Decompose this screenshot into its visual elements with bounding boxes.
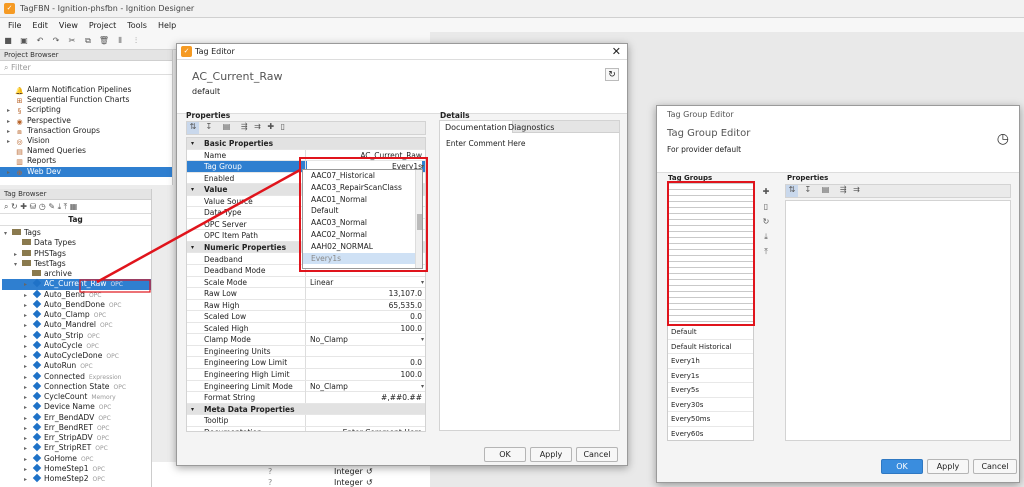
annotation-line — [96, 168, 301, 284]
annotation-arrow — [79, 168, 301, 293]
annotation-source-box — [79, 279, 151, 293]
